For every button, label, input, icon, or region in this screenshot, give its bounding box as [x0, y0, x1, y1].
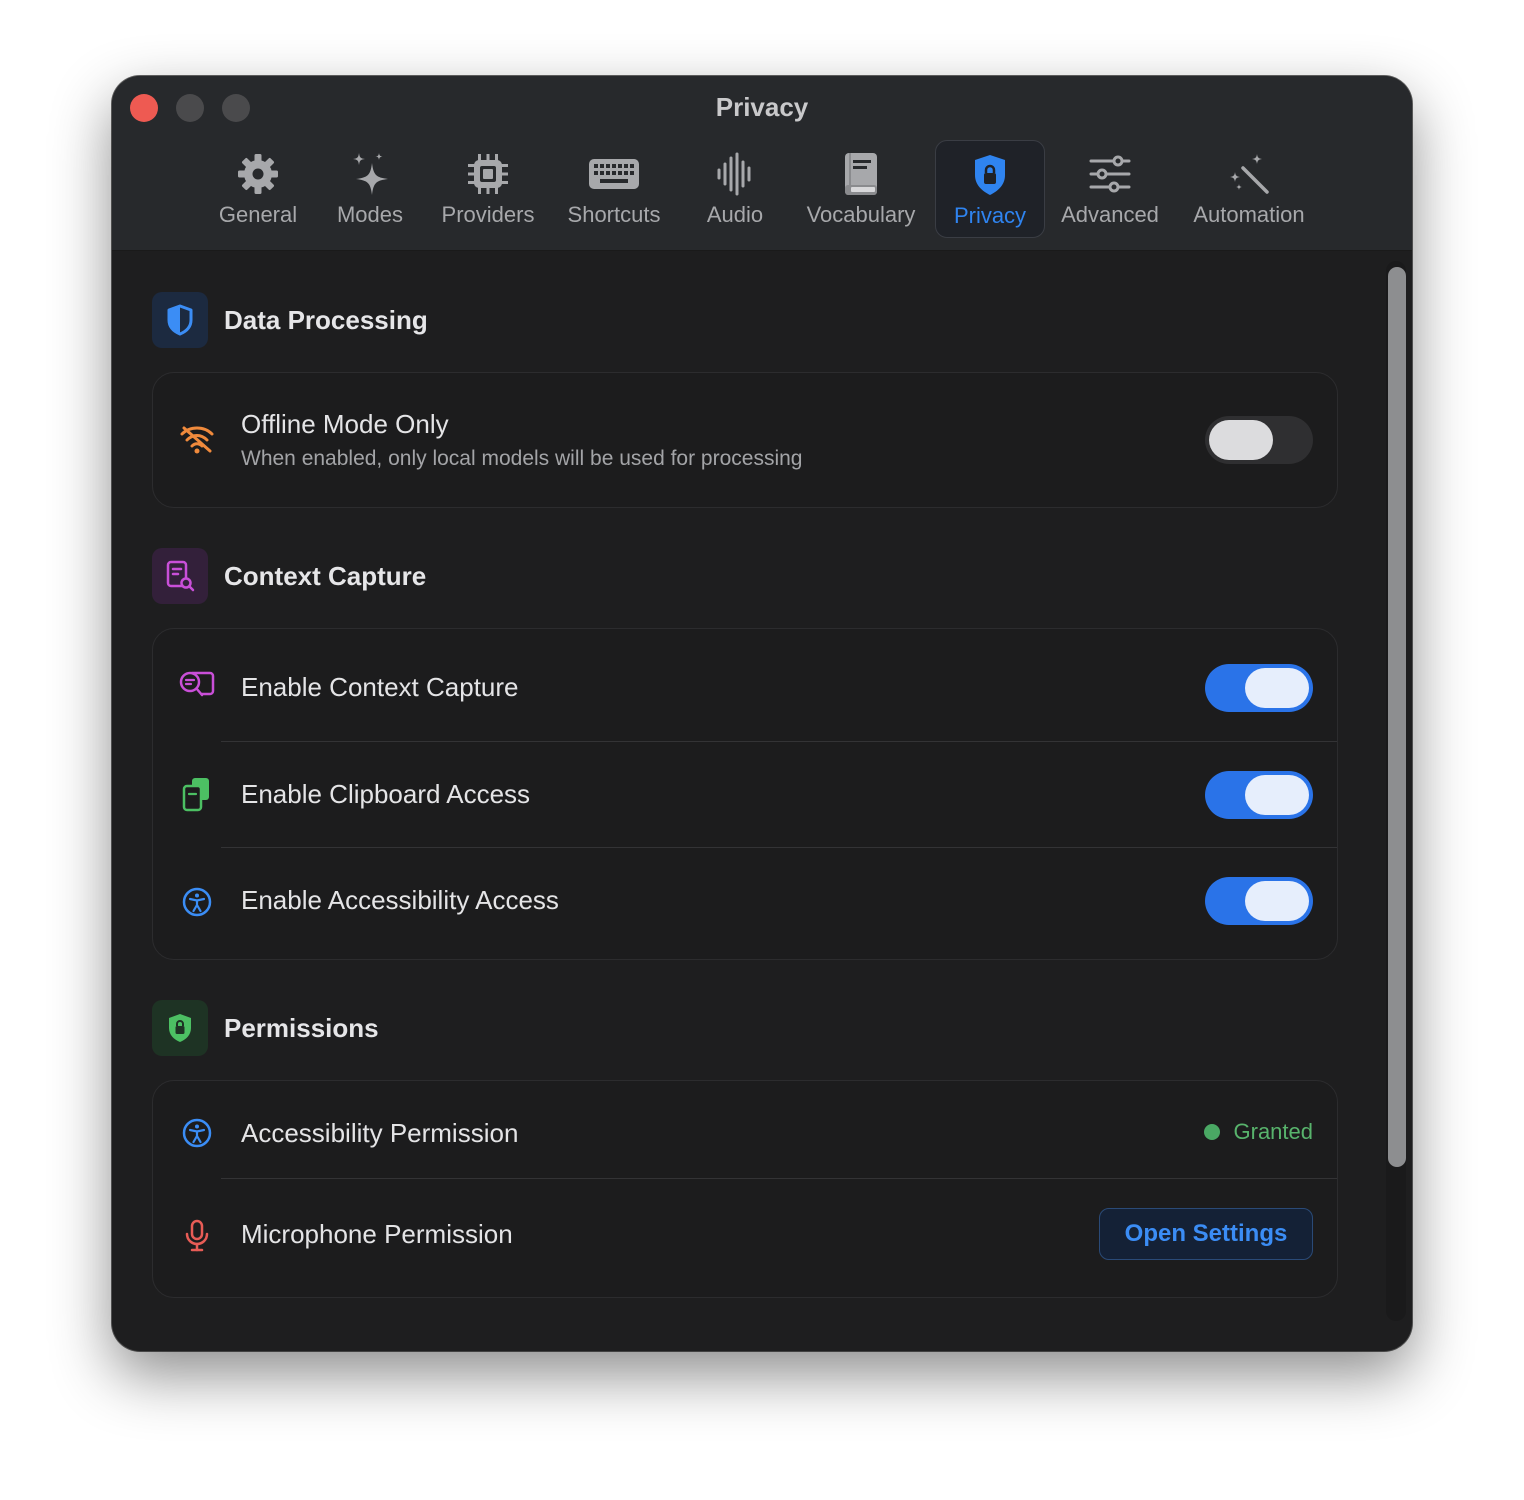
microphone-icon	[185, 1219, 209, 1252]
cpu-icon	[468, 154, 508, 194]
tab-advanced[interactable]: Advanced	[1056, 140, 1164, 236]
section-badge	[152, 548, 208, 604]
lock-shield-icon	[975, 155, 1005, 195]
open-settings-button[interactable]: Open Settings	[1099, 1208, 1313, 1260]
toggle-knob	[1209, 420, 1273, 460]
offline-mode-label: Offline Mode Only	[241, 409, 449, 439]
section-header-data-processing: Data Processing	[152, 292, 428, 348]
tab-general[interactable]: General	[208, 140, 308, 236]
accessibility-access-label: Enable Accessibility Access	[241, 885, 559, 915]
section-title: Data Processing	[224, 304, 428, 335]
accessibility-access-row: Enable Accessibility Access	[153, 848, 1337, 959]
sliders-icon	[1089, 155, 1131, 193]
context-capture-label: Enable Context Capture	[241, 672, 519, 702]
section-header-context-capture: Context Capture	[152, 548, 426, 604]
tab-providers[interactable]: Providers	[434, 140, 542, 236]
section-badge	[152, 292, 208, 348]
row-icon	[177, 419, 217, 459]
scrollbar[interactable]	[1386, 261, 1406, 1321]
shield-half-icon	[167, 304, 193, 336]
settings-window: Privacy General Modes Providers Shortcut…	[112, 76, 1412, 1351]
toggle-knob	[1245, 881, 1309, 921]
accessibility-icon	[182, 1118, 212, 1148]
sparkles-icon	[353, 153, 388, 195]
clipboard-access-toggle[interactable]	[1205, 771, 1313, 819]
offline-mode-description: When enabled, only local models will be …	[241, 447, 803, 470]
tab-automation[interactable]: Automation	[1184, 140, 1314, 236]
row-icon	[177, 882, 217, 922]
tab-privacy[interactable]: Privacy	[935, 140, 1045, 238]
row-icon	[177, 665, 217, 705]
section-title: Permissions	[224, 1012, 379, 1043]
tab-label: Modes	[336, 202, 404, 227]
status-dot	[1203, 1124, 1220, 1140]
gear-icon	[238, 154, 278, 194]
tab-label: Advanced	[1061, 202, 1159, 227]
tab-label: Automation	[1193, 202, 1305, 227]
tab-label: Shortcuts	[567, 202, 661, 227]
lock-shield-icon	[169, 1014, 191, 1042]
toggle-knob	[1245, 775, 1309, 815]
document-search-icon	[166, 560, 195, 592]
text-magnify-icon	[179, 671, 215, 697]
section-header-permissions: Permissions	[152, 1000, 379, 1056]
wifi-slash-icon	[180, 426, 214, 454]
privacy-settings-pane: Data Processing Offline Mode Only When e…	[112, 251, 1412, 1351]
toggle-knob	[1245, 668, 1309, 708]
section-title: Context Capture	[224, 560, 427, 591]
microphone-permission-label: Microphone Permission	[241, 1219, 513, 1249]
context-capture-row: Enable Context Capture	[153, 629, 1337, 741]
tab-vocabulary[interactable]: Vocabulary	[802, 140, 920, 236]
accessibility-access-toggle[interactable]	[1205, 877, 1313, 925]
window-title: Privacy	[715, 92, 809, 122]
status-badge: Granted	[1203, 1119, 1314, 1145]
section-badge	[152, 1000, 208, 1056]
tab-label: Providers	[441, 202, 535, 227]
context-capture-card: Enable Context Capture Enable Clipboard …	[152, 628, 1338, 960]
row-icon	[177, 1216, 217, 1256]
tab-modes[interactable]: Modes	[326, 140, 414, 236]
waveform-icon	[717, 152, 751, 196]
magic-wand-icon	[1230, 154, 1269, 194]
tab-label: Audio	[706, 202, 764, 227]
offline-mode-toggle[interactable]	[1205, 416, 1313, 464]
tab-label: Privacy	[953, 203, 1027, 228]
permissions-card: Accessibility Permission Granted Microph…	[152, 1080, 1338, 1298]
accessibility-permission-row: Accessibility Permission Granted	[153, 1081, 1337, 1178]
book-icon	[845, 153, 877, 195]
tab-label: General	[218, 202, 298, 227]
scrollbar-thumb[interactable]	[1388, 267, 1406, 1167]
context-capture-toggle[interactable]	[1205, 664, 1313, 712]
accessibility-permission-label: Accessibility Permission	[241, 1118, 519, 1148]
tab-label: Vocabulary	[806, 202, 916, 227]
toolbar: Privacy General Modes Providers Shortcut…	[112, 76, 1412, 251]
clipboard-access-row: Enable Clipboard Access	[153, 742, 1337, 847]
offline-mode-row: Offline Mode Only When enabled, only loc…	[153, 373, 1337, 507]
tab-shortcuts[interactable]: Shortcuts	[560, 140, 668, 236]
tab-audio[interactable]: Audio	[692, 140, 778, 236]
keyboard-icon	[589, 159, 639, 189]
accessibility-icon	[182, 887, 212, 917]
clipboard-access-label: Enable Clipboard Access	[241, 779, 531, 809]
microphone-permission-row: Microphone Permission Open Settings	[153, 1179, 1337, 1297]
row-icon	[177, 1113, 217, 1153]
status-text: Granted	[1233, 1119, 1314, 1144]
clipboard-icon	[182, 778, 209, 812]
row-icon	[177, 774, 217, 814]
data-processing-card: Offline Mode Only When enabled, only loc…	[152, 372, 1338, 508]
